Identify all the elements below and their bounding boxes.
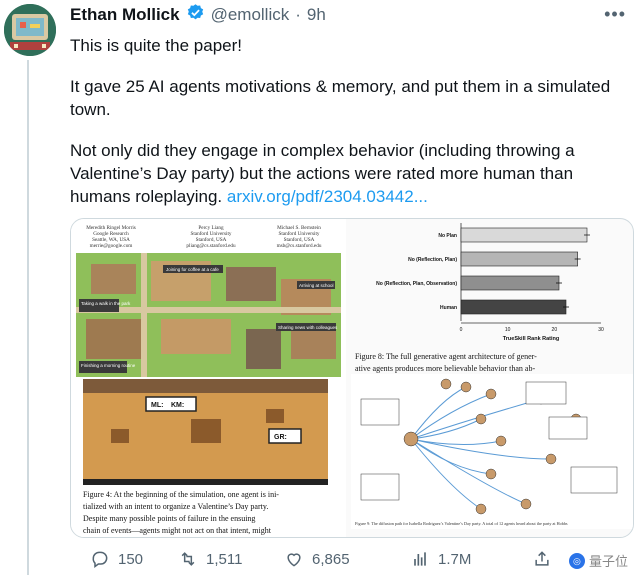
like-count: 6,865	[312, 550, 350, 568]
diffusion-network-diagram: Figure 9: The diffusion path for Isabell…	[351, 374, 633, 529]
watermark-logo-icon: ◎	[568, 552, 585, 569]
arxiv-link[interactable]: arxiv.org/pdf/2304.03442...	[227, 187, 428, 206]
bubble-gr: GR:	[274, 434, 287, 441]
trueskill-bar-chart: No Plan No (Reflection, Plan) No (Reflecti…	[376, 223, 604, 342]
tweet-paragraph: This is quite the paper!	[70, 36, 242, 55]
tweet-paragraph: It gave 25 AI agents motivations & memor…	[70, 77, 611, 119]
map-label-school: Arriving at school	[299, 283, 334, 288]
fig8-caption-2: ative agents produces more believable be…	[355, 364, 535, 373]
fig4-caption-4: chain of events—agents might not act on …	[83, 526, 272, 535]
fig4-caption-3: Despite many possible points of failure …	[83, 514, 255, 523]
town-map: Joining for coffee at a cafe Taking a wa…	[76, 253, 341, 377]
fig4-caption-1: Figure 4: At the beginning of the simula…	[83, 490, 279, 499]
author-loc-3: Stanford, USA	[284, 236, 315, 243]
avatar[interactable]	[4, 4, 56, 56]
separator: ·	[295, 5, 301, 24]
cafe-interior-scene: ML: KM: GR:	[83, 379, 328, 485]
retweet-icon	[181, 552, 195, 566]
chart-bar	[460, 275, 560, 291]
timestamp[interactable]: 9h	[307, 5, 326, 25]
reply-icon	[92, 551, 108, 568]
map-label-routine: Finishing a morning routine	[81, 363, 136, 368]
chart-tick-label: 30	[598, 327, 604, 333]
verified-badge-icon	[186, 3, 205, 27]
author-email-1: merrie@google.com	[90, 243, 133, 249]
fig8-caption-1: Figure 8: The full generative agent arch…	[355, 352, 537, 361]
author-email-2: pliang@cs.stanford.edu	[186, 242, 236, 249]
retweet-count: 1,511	[206, 550, 243, 568]
map-label-park: Taking a walk in the park	[81, 301, 131, 306]
view-count: 1.7M	[438, 550, 472, 568]
author-loc-2: Stanford, USA	[196, 236, 227, 243]
retweet-button[interactable]: 1,511	[178, 549, 242, 569]
heart-icon	[287, 553, 301, 567]
fig4-caption-2: tialized with an intent to organize a Va…	[83, 502, 268, 511]
author-affil-2: Stanford University	[190, 230, 231, 237]
tweet-paragraph: Not only did they engage in complex beha…	[70, 139, 630, 208]
author-name[interactable]: Ethan Mollick	[70, 5, 180, 25]
views-button[interactable]: 1.7M	[410, 549, 471, 569]
views-chart-icon	[414, 552, 426, 566]
author-handle[interactable]: @emollick	[211, 5, 290, 25]
tweet-actions-bar: 150 1,511 6,865 1.7M	[70, 546, 630, 572]
tweet-text: This is quite the paper! It gave 25 AI a…	[70, 34, 630, 226]
chart-tick-label: 0	[460, 327, 463, 333]
chart-x-axis-label: TrueSkill Rank Rating	[503, 336, 560, 342]
watermark: ◎ 量子位	[568, 551, 628, 570]
chart-category-label: No Plan	[438, 233, 457, 239]
share-button[interactable]	[532, 549, 552, 569]
chart-bar	[460, 251, 578, 267]
reply-count: 150	[118, 550, 144, 568]
share-icon	[535, 551, 549, 566]
bubble-ml: ML:	[151, 402, 163, 409]
chart-category-label: Human	[440, 305, 457, 311]
chart-category-label: No (Reflection, Plan, Observation)	[376, 281, 457, 287]
author-affil-3: Stanford University	[278, 230, 319, 237]
chart-bar	[460, 299, 567, 315]
chart-tick-label: 10	[505, 327, 511, 333]
more-options-icon[interactable]: •••	[604, 4, 626, 25]
reply-button[interactable]: 150	[90, 549, 143, 569]
map-label-cafe: Joining for coffee at a cafe	[166, 267, 219, 272]
chart-bar	[460, 227, 588, 243]
tweet-header: Ethan Mollick @emollick · 9h	[70, 4, 326, 26]
thread-line	[27, 60, 29, 575]
bubble-km: KM:	[171, 402, 184, 409]
map-label-news: Sharing news with colleagues	[278, 325, 338, 330]
chart-category-label: No (Reflection, Plan)	[408, 257, 457, 263]
fig9-caption: Figure 9: The diffusion path for Isabell…	[355, 521, 568, 526]
watermark-text: 量子位	[588, 554, 628, 569]
tweet-media-image[interactable]: Meredith Ringel Morris Google Research S…	[70, 218, 634, 538]
like-button[interactable]: 6,865	[284, 549, 350, 569]
chart-tick-label: 20	[552, 327, 558, 333]
author-email-3: msb@cs.stanford.edu	[277, 242, 322, 249]
